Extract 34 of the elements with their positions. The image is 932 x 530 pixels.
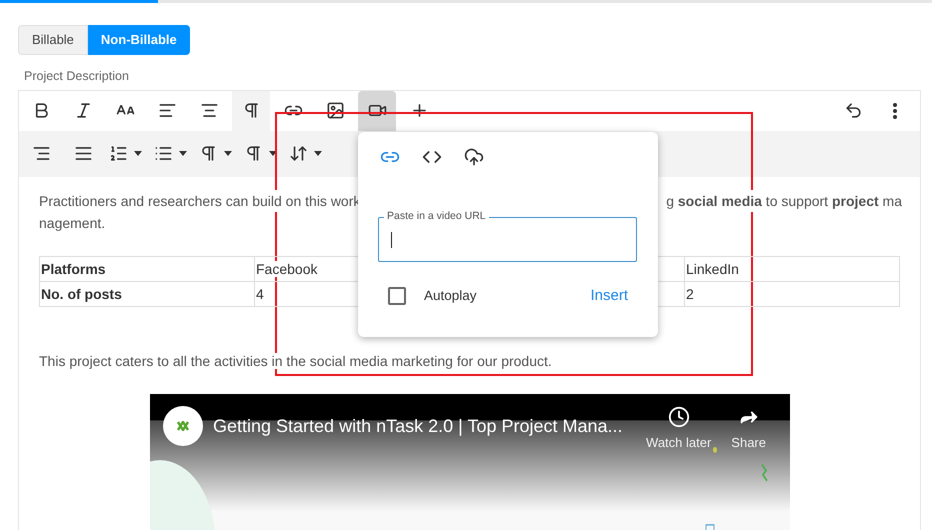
undo-icon [844, 101, 862, 120]
field-label: Project Description [24, 68, 130, 85]
numbered-list-icon [109, 144, 128, 164]
upload-icon [464, 147, 484, 167]
image-icon [326, 101, 344, 120]
checkbox-label: Autoplay [424, 287, 477, 306]
table-cell: Platforms [41, 260, 106, 277]
paragraph-text: nagement. [39, 214, 106, 231]
paragraph-text: g social media to support project ma [666, 190, 902, 212]
paragraph-icon [199, 144, 218, 164]
paragraph-style-icon [244, 144, 263, 164]
toolbar-button[interactable] [232, 90, 270, 131]
more-icon [893, 102, 897, 119]
caret-icon [269, 151, 277, 156]
table-cell: Facebook [256, 260, 318, 277]
caret-icon [134, 151, 142, 156]
caret-icon [179, 151, 187, 156]
caret-icon [224, 151, 232, 156]
toolbar-button[interactable] [358, 90, 396, 131]
logo-icon [176, 420, 190, 431]
table-cell: LinkedIn [686, 260, 739, 277]
line-height-icon [289, 144, 308, 164]
insert-button[interactable]: Insert [590, 285, 628, 308]
caret-icon [314, 151, 322, 156]
video-title: Getting Started with nTask 2.0 | Top Project Mana... [213, 414, 623, 437]
checkbox[interactable] [388, 287, 406, 306]
video-action[interactable]: Watch later [646, 406, 712, 454]
field-label: Paste in a video URL [384, 210, 489, 222]
clock-icon [668, 406, 690, 428]
billing-toggle[interactable]: Billable [18, 25, 88, 55]
table-cell: No. of posts [41, 286, 122, 302]
billing-toggle[interactable]: Non-Billable [88, 25, 190, 55]
video-action[interactable]: Share [731, 406, 766, 454]
paragraph-text: This project caters to all the activities in the social media marketing for our product. [39, 352, 552, 369]
